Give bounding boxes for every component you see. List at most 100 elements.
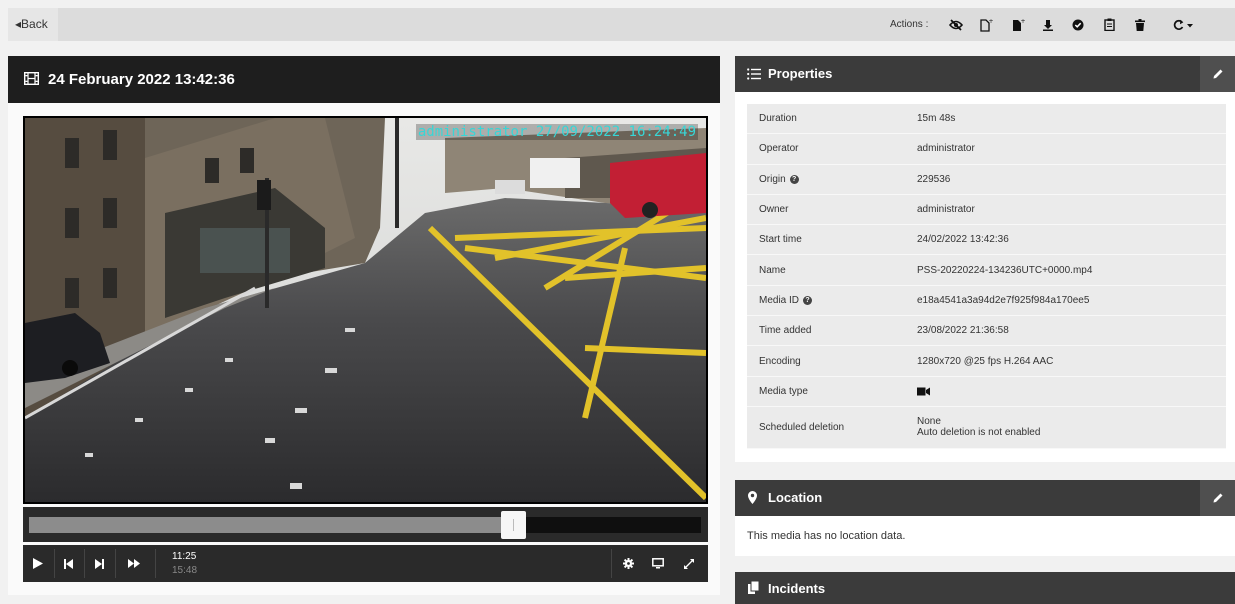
properties-table: Duration 15m 48s Operator administrator …	[747, 104, 1226, 449]
video-player[interactable]: administrator 27/09/2022 16:24:49	[23, 116, 708, 504]
property-key: Owner	[759, 204, 789, 216]
next-frame-button[interactable]	[84, 545, 114, 582]
property-key-text: Origin	[759, 173, 786, 185]
media-title: 24 February 2022 13:42:36	[48, 71, 235, 88]
property-row-start-time: Start time 24/02/2022 13:42:36	[747, 225, 1226, 256]
property-key: Scheduled deletion	[759, 421, 845, 433]
property-row-owner: Owner administrator	[747, 195, 1226, 226]
property-key: Operator	[759, 143, 799, 155]
hide-eye-slash-icon[interactable]	[940, 8, 972, 41]
pencil-icon	[1213, 69, 1222, 79]
svg-text:+: +	[989, 18, 994, 25]
fullscreen-button[interactable]	[674, 545, 704, 582]
files-icon	[748, 581, 759, 594]
verify-check-icon[interactable]	[1062, 8, 1094, 41]
property-row-name: Name PSS-20220224-134236UTC+0000.mp4	[747, 255, 1226, 286]
display-mode-button[interactable]	[643, 545, 673, 582]
seek-track[interactable]	[29, 511, 701, 539]
video-camera-icon	[917, 387, 930, 396]
seek-handle[interactable]	[500, 511, 526, 539]
property-value-text: 15m 48s	[917, 113, 956, 125]
property-value: administrator	[917, 134, 975, 163]
expand-icon	[684, 558, 694, 569]
new-file-filled-icon[interactable]: +	[1002, 8, 1034, 41]
download-icon[interactable]	[1032, 8, 1064, 41]
location-title: Location	[768, 490, 823, 505]
new-file-icon[interactable]: +	[970, 8, 1002, 41]
property-key: Media ID?	[759, 286, 813, 315]
property-value: 1280x720 @25 fps H.264 AAC	[917, 346, 1053, 375]
no-location-message: This media has no location data.	[747, 530, 906, 542]
seek-played	[29, 517, 513, 533]
list-icon	[747, 68, 761, 80]
svg-text:+: +	[1021, 18, 1026, 25]
property-key: Name	[759, 264, 786, 276]
property-row-origin: Origin? 229536	[747, 165, 1226, 195]
property-value-text: 229536	[917, 173, 951, 185]
film-icon	[24, 72, 39, 85]
step-back-icon	[63, 558, 73, 569]
media-header: 24 February 2022 13:42:36	[8, 56, 720, 103]
property-row-operator: Operator administrator	[747, 134, 1226, 165]
question-circle-icon[interactable]: ?	[789, 174, 799, 184]
step-forward-icon	[94, 558, 104, 569]
property-value	[917, 377, 930, 406]
incidents-title: Incidents	[768, 581, 826, 596]
settings-button[interactable]	[613, 545, 643, 582]
refresh-dropdown-icon[interactable]	[1158, 8, 1208, 41]
incidents-header: Incidents	[735, 572, 1235, 604]
location-edit-button[interactable]	[1200, 480, 1235, 516]
video-timestamp-overlay: administrator 27/09/2022 16:24:49	[415, 124, 698, 140]
property-value-subtext: Auto deletion is not enabled	[917, 427, 1041, 439]
play-icon	[33, 558, 43, 569]
previous-frame-button[interactable]	[53, 545, 83, 582]
property-value: e18a4541a3a94d2e7f925f984a170ee5	[917, 286, 1089, 315]
property-key: Time added	[759, 325, 812, 337]
video-frame-image	[25, 118, 706, 502]
property-value-text: 23/08/2022 21:36:58	[917, 325, 1009, 337]
properties-header: Properties	[735, 56, 1235, 92]
property-value: 23/08/2022 21:36:58	[917, 316, 1009, 345]
current-time: 11:25	[172, 551, 197, 562]
property-key: Duration	[759, 113, 797, 125]
property-value-text: administrator	[917, 143, 975, 155]
property-row-encoding: Encoding 1280x720 @25 fps H.264 AAC	[747, 346, 1226, 377]
property-value-text: 24/02/2022 13:42:36	[917, 234, 1009, 246]
property-key: Origin?	[759, 165, 799, 194]
property-row-media-type: Media type	[747, 377, 1226, 407]
property-row-time-added: Time added 23/08/2022 21:36:58	[747, 316, 1226, 347]
property-value: PSS-20220224-134236UTC+0000.mp4	[917, 255, 1092, 284]
property-value: 24/02/2022 13:42:36	[917, 225, 1009, 254]
location-header: Location	[735, 480, 1235, 516]
fast-forward-icon	[128, 559, 140, 568]
property-value: administrator	[917, 195, 975, 224]
trash-icon[interactable]	[1124, 8, 1156, 41]
gear-icon	[622, 558, 634, 569]
property-value-text: None	[917, 416, 941, 428]
play-button[interactable]	[23, 545, 53, 582]
property-value-text: administrator	[917, 204, 975, 216]
property-value: None Auto deletion is not enabled	[917, 407, 1040, 448]
property-row-duration: Duration 15m 48s	[747, 104, 1226, 135]
property-value-text: e18a4541a3a94d2e7f925f984a170ee5	[917, 294, 1090, 306]
property-row-scheduled-deletion: Scheduled deletion None Auto deletion is…	[747, 407, 1226, 449]
property-key: Start time	[759, 234, 802, 246]
question-circle-icon[interactable]: ?	[803, 295, 813, 305]
total-time: 15:48	[172, 565, 198, 576]
map-marker-icon	[748, 491, 757, 504]
top-toolbar: ◂Back Actions : + +	[0, 0, 1235, 44]
seek-bar[interactable]	[23, 507, 708, 542]
pencil-icon	[1213, 493, 1222, 503]
property-value: 15m 48s	[917, 104, 955, 133]
property-value-text: 1280x720 @25 fps H.264 AAC	[917, 355, 1054, 367]
property-row-media-id: Media ID? e18a4541a3a94d2e7f925f984a170e…	[747, 286, 1226, 317]
back-button[interactable]: ◂Back	[8, 8, 58, 41]
property-key: Media type	[759, 385, 808, 397]
playback-controls: 11:25 15:48	[23, 545, 708, 582]
properties-edit-button[interactable]	[1200, 56, 1235, 92]
actions-label: Actions :	[890, 19, 929, 30]
fast-forward-button[interactable]	[119, 545, 149, 582]
property-value-text: PSS-20220224-134236UTC+0000.mp4	[917, 264, 1093, 276]
monitor-icon	[652, 558, 664, 569]
clipboard-icon[interactable]	[1093, 8, 1125, 41]
